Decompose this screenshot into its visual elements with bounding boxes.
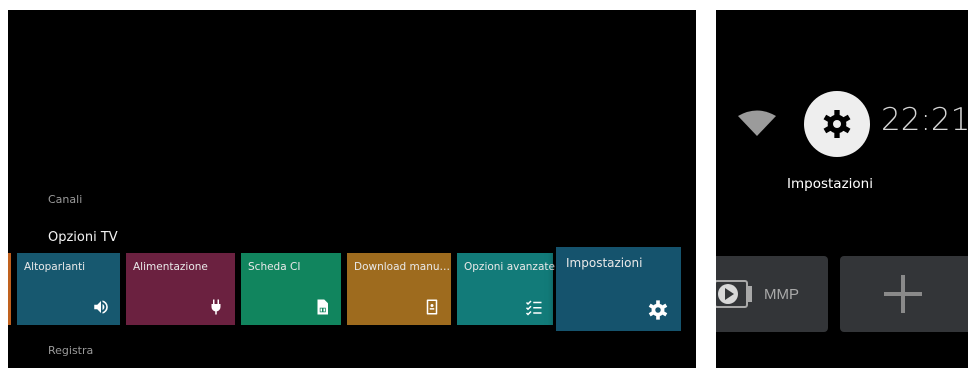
section-label-canali[interactable]: Canali [48, 193, 82, 206]
focused-item-label: Impostazioni [787, 176, 873, 192]
add-app-button[interactable] [840, 256, 968, 332]
manual-book-icon [426, 299, 438, 315]
tile-label: Download manua… [354, 261, 454, 273]
settings-button[interactable] [804, 91, 870, 157]
tile-opzioni-avanzate[interactable]: Opzioni avanzate [457, 253, 555, 325]
row-title-opzioni-tv: Opzioni TV [48, 230, 118, 245]
tile-download-manuale[interactable]: Download manua… [347, 253, 454, 325]
plus-icon [884, 275, 922, 313]
tile-label: Scheda CI [248, 261, 301, 273]
speaker-icon [94, 300, 108, 314]
tile-label: Impostazioni [566, 256, 643, 270]
tile-label: Altoparlanti [24, 261, 86, 273]
tile-impostazioni[interactable]: Impostazioni [556, 247, 681, 331]
sim-card-icon [317, 299, 328, 315]
tile-partial-edge[interactable] [8, 253, 11, 325]
clock: 22:21 [881, 102, 968, 138]
app-tile-mmp[interactable]: MMP [716, 256, 828, 332]
home-panel: 22:21 Impostazioni MMP [716, 10, 968, 368]
gear-icon [823, 110, 851, 138]
tile-scheda-ci[interactable]: Scheda CI [241, 253, 341, 325]
wifi-icon[interactable] [738, 110, 776, 136]
tile-label: Opzioni avanzate [464, 261, 555, 273]
gear-icon [648, 300, 668, 320]
checklist-icon [525, 300, 542, 316]
app-label-mmp: MMP [764, 286, 799, 303]
section-label-registra[interactable]: Registra [48, 344, 93, 357]
tile-label: Alimentazione [133, 261, 208, 273]
plug-icon [211, 299, 221, 315]
tv-options-panel: Canali Opzioni TV Altoparlanti Alimentaz… [8, 10, 696, 368]
mmp-play-icon [716, 280, 752, 308]
tile-alimentazione[interactable]: Alimentazione [126, 253, 235, 325]
tile-altoparlanti[interactable]: Altoparlanti [17, 253, 120, 325]
